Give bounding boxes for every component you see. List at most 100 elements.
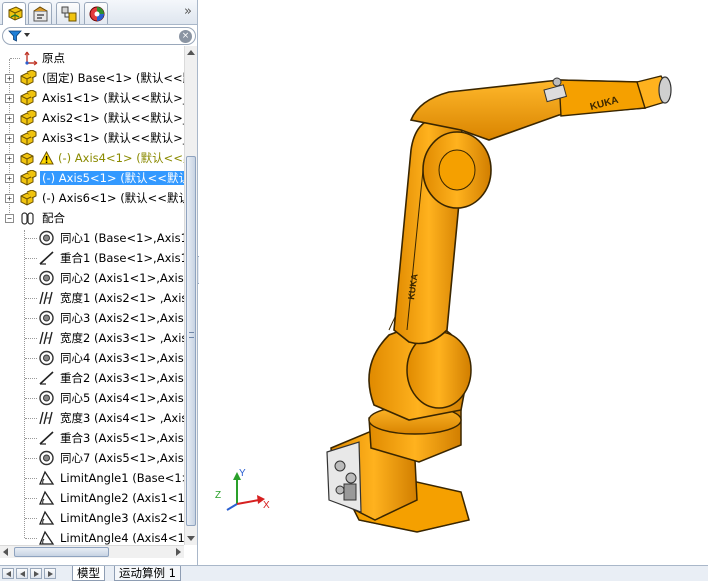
tree-item-label: 同心2 (Axis1<1>,Axis2<1>) (60, 271, 184, 285)
tree-item-label: Axis3<1> (默认<<默认>_显示状态 (42, 131, 184, 145)
prev-tab-button[interactable] (16, 568, 28, 579)
filter-icon (8, 30, 22, 42)
bottom-tab-bar: 模型 运动算例 1 (0, 565, 708, 581)
graphics-area[interactable]: KUKA KUKA Y Z X (199, 0, 708, 565)
collapse-toggle[interactable]: − (5, 214, 14, 223)
warning-icon (39, 151, 54, 165)
tree-item-component[interactable]: + (固定) Base<1> (默认<<默认>_ (0, 68, 184, 88)
tree-item-label: 重合1 (Base<1>,Axis1<1>) (60, 251, 184, 265)
tree-item-component-selected[interactable]: + (-) Axis5<1> (默认<<默认>_显示 (0, 168, 184, 188)
tree-item-label: Axis2<1> (默认<<默认>_显示状态 (42, 111, 184, 125)
clear-filter-button[interactable]: × (179, 30, 192, 43)
expand-toggle[interactable]: + (5, 194, 14, 203)
collapse-panel-button[interactable]: » (184, 4, 192, 19)
coincident-mate-icon (39, 371, 54, 385)
tree-item-label: 宽度2 (Axis3<1> ,Axis2<1>) (60, 331, 184, 345)
tree-item-mate[interactable]: 同心3 (Axis2<1>,Axis3<1>) (0, 308, 184, 328)
feature-manager-tab[interactable] (2, 2, 26, 25)
feature-tree-icon (8, 6, 23, 21)
tree-filter-box[interactable]: × (2, 27, 196, 45)
tree-item-mate[interactable]: 重合3 (Axis5<1>,Axis6<1>) (0, 428, 184, 448)
expand-toggle[interactable]: + (5, 114, 14, 123)
scroll-thumb[interactable] (14, 547, 109, 557)
limit-angle-mate-icon (39, 530, 55, 545)
concentric-mate-icon (39, 270, 54, 286)
tree-item-mate[interactable]: 重合1 (Base<1>,Axis1<1>) (0, 248, 184, 268)
tree-item-label: 配合 (42, 211, 65, 225)
triad-x-label: X (263, 500, 270, 511)
scroll-left-arrow[interactable] (3, 548, 8, 556)
property-manager-tab[interactable] (28, 2, 52, 24)
feature-tree: 原点 + (固定) Base<1> (默认<<默认>_ + Axis1<1> (… (0, 46, 184, 545)
tree-item-mate[interactable]: 同心7 (Axis5<1>,Axis6<1>) (0, 448, 184, 468)
concentric-mate-icon (39, 310, 54, 326)
expand-toggle[interactable]: + (5, 174, 14, 183)
tree-item-component-warning[interactable]: + (-) Axis4<1> (默认<<默认>_显示 (0, 148, 184, 168)
tree-item-mate[interactable]: 同心5 (Axis4<1>,Axis5<1>) (0, 388, 184, 408)
part-icon (20, 170, 37, 186)
expand-toggle[interactable]: + (5, 134, 14, 143)
part-icon (20, 70, 37, 86)
tree-horizontal-scrollbar[interactable] (0, 545, 184, 558)
triad-y-label: Y (239, 468, 246, 479)
scroll-right-arrow[interactable] (176, 548, 181, 556)
part-icon (20, 90, 37, 106)
tree-item-mate[interactable]: LimitAngle3 (Axis2<1>,Axis3<1>) (0, 508, 184, 528)
tree-item-mates-folder[interactable]: − 配合 (0, 208, 184, 228)
tree-item-component[interactable]: + Axis1<1> (默认<<默认>_显示状态 (0, 88, 184, 108)
concentric-mate-icon (39, 350, 54, 366)
tab-model[interactable]: 模型 (72, 566, 105, 581)
tree-item-mate[interactable]: 同心2 (Axis1<1>,Axis2<1>) (0, 268, 184, 288)
tab-motion-study-1[interactable]: 运动算例 1 (114, 566, 181, 581)
tree-item-label: 同心3 (Axis2<1>,Axis3<1>) (60, 311, 184, 325)
configuration-manager-icon (61, 6, 77, 22)
tree-item-mate[interactable]: LimitAngle1 (Base<1>,Axis1<1>) (0, 468, 184, 488)
tree-item-label: 同心5 (Axis4<1>,Axis5<1>) (60, 391, 184, 405)
first-tab-button[interactable] (2, 568, 14, 579)
limit-angle-mate-icon (39, 470, 55, 485)
tree-item-component[interactable]: + (-) Axis6<1> (默认<<默认>_显示 (0, 188, 184, 208)
tree-item-label: 重合2 (Axis3<1>,Axis4<1>) (60, 371, 184, 385)
tree-item-mate[interactable]: 同心1 (Base<1>,Axis1<1>) (0, 228, 184, 248)
tree-item-mate[interactable]: 重合2 (Axis3<1>,Axis4<1>) (0, 368, 184, 388)
limit-angle-mate-icon (39, 510, 55, 525)
tree-item-label: 宽度1 (Axis2<1> ,Axis1<1>) (60, 291, 184, 305)
tree-item-component[interactable]: + Axis3<1> (默认<<默认>_显示状态 (0, 128, 184, 148)
limit-angle-mate-icon (39, 490, 55, 505)
tree-item-label: (-) Axis5<1> (默认<<默认>_显示 (40, 171, 184, 185)
scroll-up-arrow[interactable] (187, 50, 195, 55)
robot-arm-model[interactable]: KUKA KUKA (199, 0, 708, 565)
expand-toggle[interactable]: + (5, 74, 14, 83)
property-manager-icon (33, 6, 48, 22)
display-manager-tab[interactable] (84, 2, 108, 24)
tree-item-mate[interactable]: 同心4 (Axis3<1>,Axis4<1>) (0, 348, 184, 368)
part-icon (20, 130, 37, 146)
tree-vertical-scrollbar[interactable] (184, 46, 197, 545)
triad-z-label: Z (215, 490, 221, 501)
tree-item-mate[interactable]: 宽度1 (Axis2<1> ,Axis1<1>) (0, 288, 184, 308)
expand-toggle[interactable]: + (5, 154, 14, 163)
part-icon (20, 152, 34, 166)
tree-item-component[interactable]: + Axis2<1> (默认<<默认>_显示状态 (0, 108, 184, 128)
scroll-down-arrow[interactable] (187, 536, 195, 541)
mates-folder-icon (21, 212, 34, 225)
tree-item-label: LimitAngle3 (Axis2<1>,Axis3<1>) (60, 511, 184, 525)
tree-item-mate[interactable]: 宽度2 (Axis3<1> ,Axis2<1>) (0, 328, 184, 348)
filter-dropdown-arrow[interactable] (24, 33, 30, 37)
configuration-manager-tab[interactable] (56, 2, 80, 24)
concentric-mate-icon (39, 450, 54, 466)
tree-item-mate[interactable]: 宽度3 (Axis4<1> ,Axis5<1>) (0, 408, 184, 428)
panel-tab-bar: » (0, 0, 197, 25)
width-mate-icon (39, 331, 53, 345)
scroll-thumb[interactable] (186, 156, 196, 526)
tree-item-label: 原点 (42, 51, 65, 65)
tree-item-label: LimitAngle2 (Axis1<1>,Axis2<1>) (60, 491, 184, 505)
expand-toggle[interactable]: + (5, 94, 14, 103)
last-tab-button[interactable] (44, 568, 56, 579)
tree-item-mate[interactable]: LimitAngle4 (Axis4<1>,Axis3<1>) (0, 528, 184, 545)
concentric-mate-icon (39, 230, 54, 246)
concentric-mate-icon (39, 390, 54, 406)
tree-item-mate[interactable]: LimitAngle2 (Axis1<1>,Axis2<1>) (0, 488, 184, 508)
next-tab-button[interactable] (30, 568, 42, 579)
tree-item-origin[interactable]: 原点 (0, 48, 184, 68)
